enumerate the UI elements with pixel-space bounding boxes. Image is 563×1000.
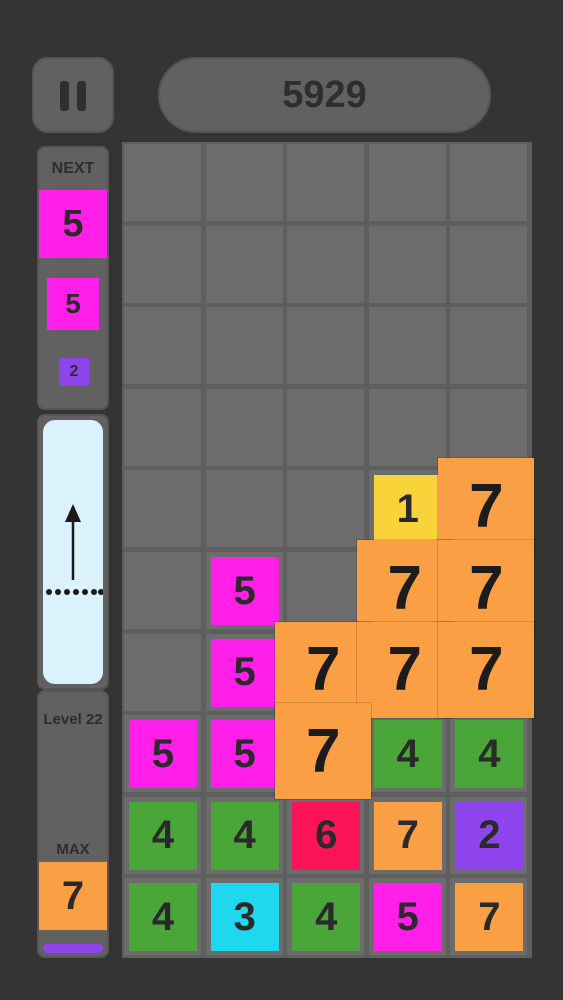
board-cell [450, 388, 528, 466]
max-tile: 7 [39, 862, 107, 930]
board-cell [287, 470, 365, 548]
level-progress-bar [43, 944, 103, 953]
level-panel: Level 22 MAX 7 [37, 690, 109, 958]
level-label: Level 22 [43, 711, 103, 728]
board-cell [205, 144, 283, 221]
game-board[interactable]: 555544446724345717777777 [122, 142, 535, 958]
number-tile: 4 [129, 883, 197, 952]
next-tile-3: 2 [59, 358, 89, 386]
board-cell [368, 307, 446, 385]
up-arrow-icon [46, 504, 104, 595]
score-display: 5929 [158, 57, 491, 133]
pause-button[interactable] [32, 57, 114, 133]
number-tile: 5 [210, 720, 279, 789]
board-cell [124, 144, 201, 221]
merged-tile: 7 [438, 621, 535, 718]
number-tile: 3 [210, 883, 279, 952]
number-tile: 1 [373, 475, 442, 544]
board-cell [124, 470, 201, 548]
number-tile: 4 [292, 883, 361, 952]
number-tile: 5 [210, 638, 279, 707]
board-cell [287, 144, 365, 221]
launcher-panel[interactable] [37, 414, 109, 690]
number-tile: 7 [373, 801, 442, 870]
board-cell [450, 225, 528, 303]
board-cell [287, 307, 365, 385]
merged-tile: 7 [275, 703, 372, 800]
board-cell [205, 307, 283, 385]
board-cell [287, 388, 365, 466]
board-cell [124, 552, 201, 629]
board-cell [450, 307, 528, 385]
number-tile: 5 [373, 883, 442, 952]
board-cell [205, 388, 283, 466]
board-cell [287, 225, 365, 303]
number-tile: 4 [455, 720, 524, 789]
number-tile: 4 [373, 720, 442, 789]
next-tile-2: 5 [47, 278, 99, 330]
number-tile: 4 [210, 801, 279, 870]
number-tile: 2 [455, 801, 524, 870]
board-cell [368, 144, 446, 221]
number-tile: 4 [129, 801, 197, 870]
board-cell [124, 307, 201, 385]
board-cell [287, 552, 365, 629]
board-cell [205, 225, 283, 303]
number-tile: 6 [292, 801, 361, 870]
launcher-track[interactable] [43, 420, 104, 684]
number-tile: 5 [129, 720, 197, 789]
board-cell [124, 388, 201, 466]
max-label: MAX [56, 841, 90, 858]
board-cell [368, 388, 446, 466]
board-cell [124, 225, 201, 303]
board-cell [124, 633, 201, 711]
next-label: NEXT [51, 160, 95, 177]
next-tile-1: 5 [39, 190, 107, 258]
board-cell [205, 470, 283, 548]
number-tile: 5 [210, 557, 279, 625]
next-queue-panel: NEXT 5 5 2 [37, 146, 109, 410]
number-tile: 7 [455, 883, 524, 952]
board-cell [450, 144, 528, 221]
board-cell [368, 225, 446, 303]
